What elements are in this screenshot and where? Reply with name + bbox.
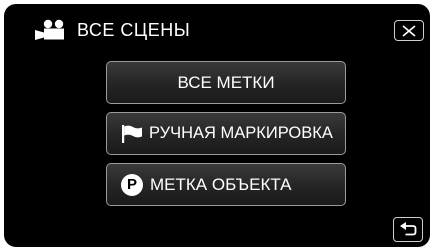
flag-icon — [122, 124, 142, 143]
video-camera-icon — [35, 19, 64, 40]
return-arrow-icon — [400, 221, 417, 235]
close-icon — [402, 24, 416, 37]
close-button[interactable] — [394, 20, 424, 41]
manual-marking-label: РУЧНАЯ МАРКИРОВКА — [149, 124, 333, 142]
p-circle-icon: P — [121, 173, 143, 196]
all-marks-label: ВСЕ МЕТКИ — [177, 72, 275, 92]
manual-marking-button[interactable]: РУЧНАЯ МАРКИРОВКА — [106, 112, 346, 155]
screen: ВСЕ СЦЕНЫ ВСЕ МЕТКИ РУЧНАЯ МАРКИРОВКА P … — [4, 4, 430, 247]
back-button[interactable] — [393, 217, 423, 242]
object-mark-label: МЕТКА ОБЪЕКТА — [150, 174, 292, 194]
object-mark-button[interactable]: P МЕТКА ОБЪЕКТА — [106, 163, 346, 206]
all-marks-button[interactable]: ВСЕ МЕТКИ — [106, 61, 346, 104]
page-title: ВСЕ СЦЕНЫ — [77, 19, 191, 40]
header: ВСЕ СЦЕНЫ — [34, 18, 190, 42]
